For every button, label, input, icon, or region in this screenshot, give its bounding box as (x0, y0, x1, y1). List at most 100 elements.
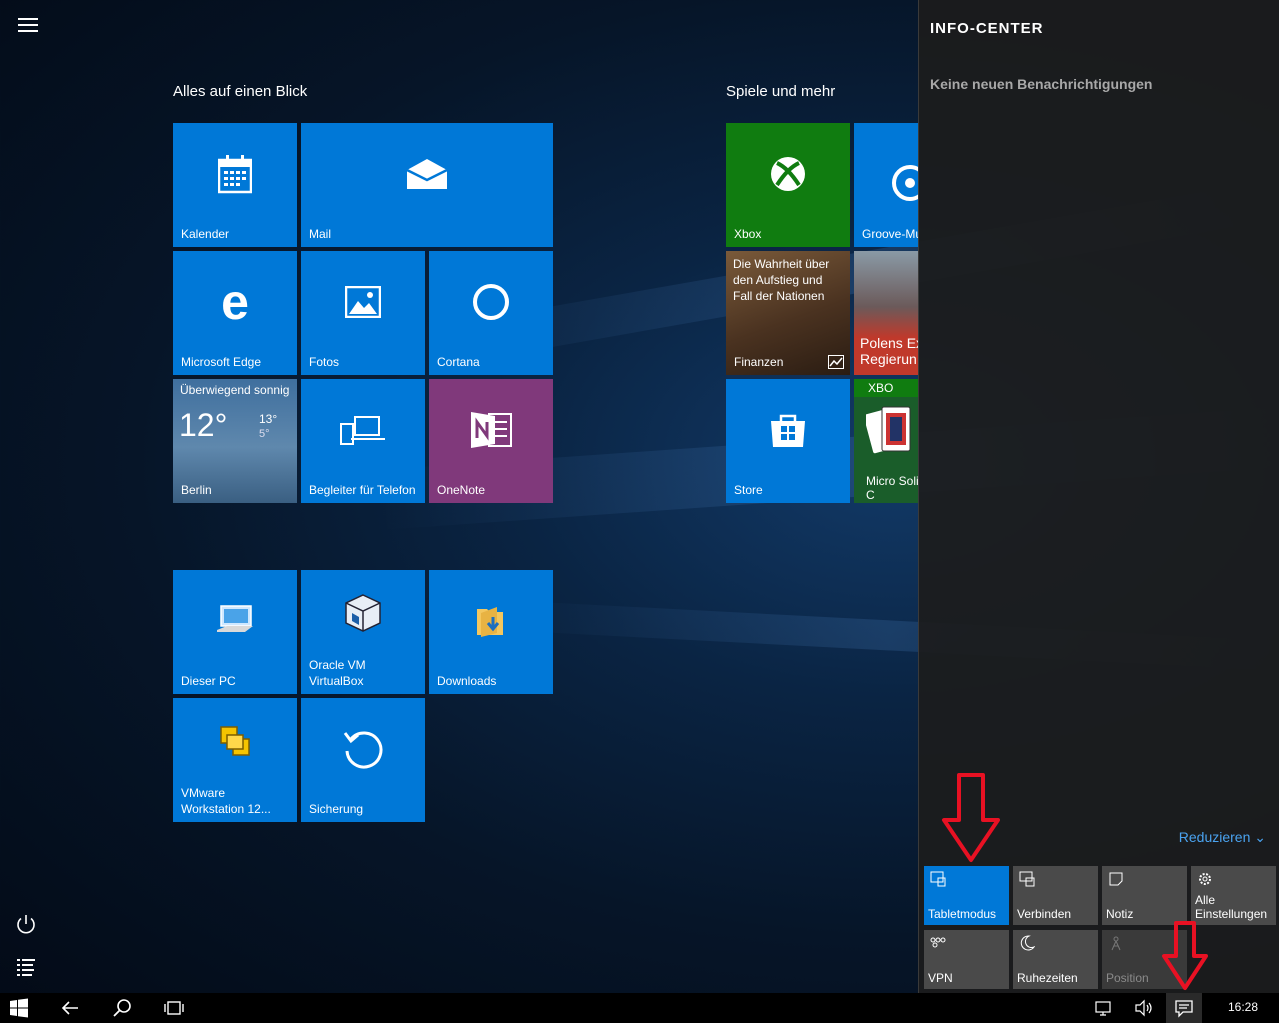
tablet-mode-icon (930, 871, 946, 887)
taskbar-clock[interactable]: 16:28 (1228, 1000, 1258, 1014)
vpn-icon (930, 937, 946, 948)
tile-label: Mail (309, 227, 332, 241)
tile-kalender[interactable]: Kalender (173, 123, 297, 247)
tile-sicherung[interactable]: Sicherung (301, 698, 425, 822)
weather-condition: Überwiegend sonnig (180, 383, 290, 397)
weather-low: 5° (259, 428, 270, 440)
quick-action-alle-einstellungen[interactable]: Alle Einstellungen (1191, 866, 1276, 925)
annotation-arrow-down-icon (1162, 921, 1208, 990)
downloads-folder-icon (477, 607, 503, 637)
weather-city: Berlin (181, 483, 212, 497)
tile-solitaire[interactable]: XBO Micro Solitaire C (854, 379, 918, 503)
quick-action-ruhezeiten[interactable]: Ruhezeiten (1013, 930, 1098, 989)
tile-label: OneNote (437, 483, 486, 497)
tile-dieser-pc[interactable]: Dieser PC (173, 570, 297, 694)
collapse-label: Reduzieren (1178, 829, 1251, 845)
moon-icon (1020, 935, 1035, 951)
quick-action-vpn[interactable]: VPN (924, 930, 1009, 989)
settings-gear-icon (1199, 873, 1211, 885)
quick-action-label: Alle Einstellungen (1195, 893, 1268, 921)
vmware-icon (220, 726, 250, 756)
weather-high: 13° (259, 412, 278, 426)
tile-virtualbox[interactable]: Oracle VM VirtualBox (301, 570, 425, 694)
tile-label: Finanzen (734, 355, 784, 369)
tile-label-line1: Oracle VM (309, 658, 366, 672)
tile-label-line1: VMware (181, 786, 226, 800)
backup-icon (343, 731, 383, 769)
tile-mail[interactable]: Mail (301, 123, 553, 247)
tile-news[interactable]: Polens Ex Regierun (854, 251, 918, 375)
connect-icon (1019, 871, 1035, 887)
quick-action-tabletmodus[interactable]: Tabletmodus (924, 866, 1009, 925)
collapse-link[interactable]: Reduzieren ⌄ (1179, 829, 1266, 846)
weather-temperature: 12° (179, 407, 228, 443)
photos-icon (345, 286, 381, 318)
no-notifications-text: Keine neuen Benachrichtigungen (930, 76, 1153, 92)
taskbar: 16:28 (0, 993, 1279, 1023)
tile-label: Dieser PC (181, 674, 236, 688)
store-icon (771, 414, 805, 447)
tile-label: Micro Solitaire C (866, 474, 918, 502)
network-icon[interactable] (1094, 998, 1114, 1018)
cortana-icon (473, 284, 509, 320)
tile-edge[interactable]: e Microsoft Edge (173, 251, 297, 375)
quick-action-label: VPN (928, 971, 953, 985)
mail-icon (406, 159, 448, 189)
tile-label: Sicherung (309, 802, 364, 816)
xbox-icon (771, 157, 805, 191)
tile-fotos[interactable]: Fotos (301, 251, 425, 375)
chart-icon (828, 355, 844, 369)
news-headline: Polens Ex Regierun (860, 335, 918, 367)
quick-action-verbinden[interactable]: Verbinden (1013, 866, 1098, 925)
groove-music-icon (892, 165, 918, 201)
quick-action-label: Ruhezeiten (1017, 971, 1078, 985)
hamburger-menu-icon[interactable] (18, 18, 38, 32)
tile-cortana[interactable]: Cortana (429, 251, 553, 375)
note-icon (1109, 872, 1123, 886)
tile-label: Groove-Mu (862, 227, 918, 241)
tile-groove[interactable]: Groove-Mu (854, 123, 918, 247)
chevron-down-icon: ⌄ (1254, 829, 1266, 845)
quick-action-label: Notiz (1106, 907, 1134, 921)
onenote-icon (471, 412, 512, 448)
tile-finanzen[interactable]: Die Wahrheit über den Aufstieg und Fall … (726, 251, 850, 375)
tile-store[interactable]: Store (726, 379, 850, 503)
windows-start-icon[interactable] (9, 998, 29, 1018)
tile-label: Downloads (437, 674, 497, 688)
tile-xbox[interactable]: Xbox (726, 123, 850, 247)
quick-action-label: Position (1106, 971, 1149, 985)
tile-vmware[interactable]: VMware Workstation 12... (173, 698, 297, 822)
tile-onenote[interactable]: OneNote (429, 379, 553, 503)
tile-label-line2: VirtualBox (309, 674, 364, 688)
quick-action-notiz[interactable]: Notiz (1102, 866, 1187, 925)
quick-action-label: Tabletmodus (928, 907, 997, 921)
annotation-arrow-down-icon (942, 773, 1000, 862)
quick-action-label: Verbinden (1017, 907, 1072, 921)
tile-label: Fotos (309, 355, 340, 369)
tile-label: Store (734, 483, 763, 497)
action-center-title: INFO-CENTER (930, 20, 1044, 37)
calendar-icon (218, 155, 252, 194)
tile-label: Microsoft Edge (181, 355, 262, 369)
tile-weather[interactable]: Überwiegend sonnig 12° 13° 5° Berlin (173, 379, 297, 503)
task-view-icon[interactable] (164, 998, 184, 1018)
search-icon[interactable] (112, 998, 132, 1018)
tile-label: Cortana (437, 355, 480, 369)
group-title-spiele: Spiele und mehr (726, 83, 836, 100)
tile-label: VMware Workstation 12... (181, 785, 271, 817)
tile-begleiter[interactable]: Begleiter für Telefon (301, 379, 425, 503)
power-icon[interactable] (14, 912, 38, 936)
back-arrow-icon[interactable] (60, 998, 80, 1018)
group-title-alles: Alles auf einen Blick (173, 83, 308, 100)
playing-cards-icon (866, 406, 911, 454)
tile-label: Kalender (181, 227, 230, 241)
tile-downloads[interactable]: Downloads (429, 570, 553, 694)
tile-label: Xbox (734, 227, 762, 241)
action-center-icon[interactable] (1174, 998, 1194, 1018)
tile-label: Begleiter für Telefon (309, 483, 416, 497)
edge-icon: e (221, 274, 249, 330)
computer-icon (217, 605, 253, 632)
volume-icon[interactable] (1134, 998, 1154, 1018)
tile-label-line2: Workstation 12... (181, 802, 271, 816)
all-apps-icon[interactable] (14, 955, 38, 979)
